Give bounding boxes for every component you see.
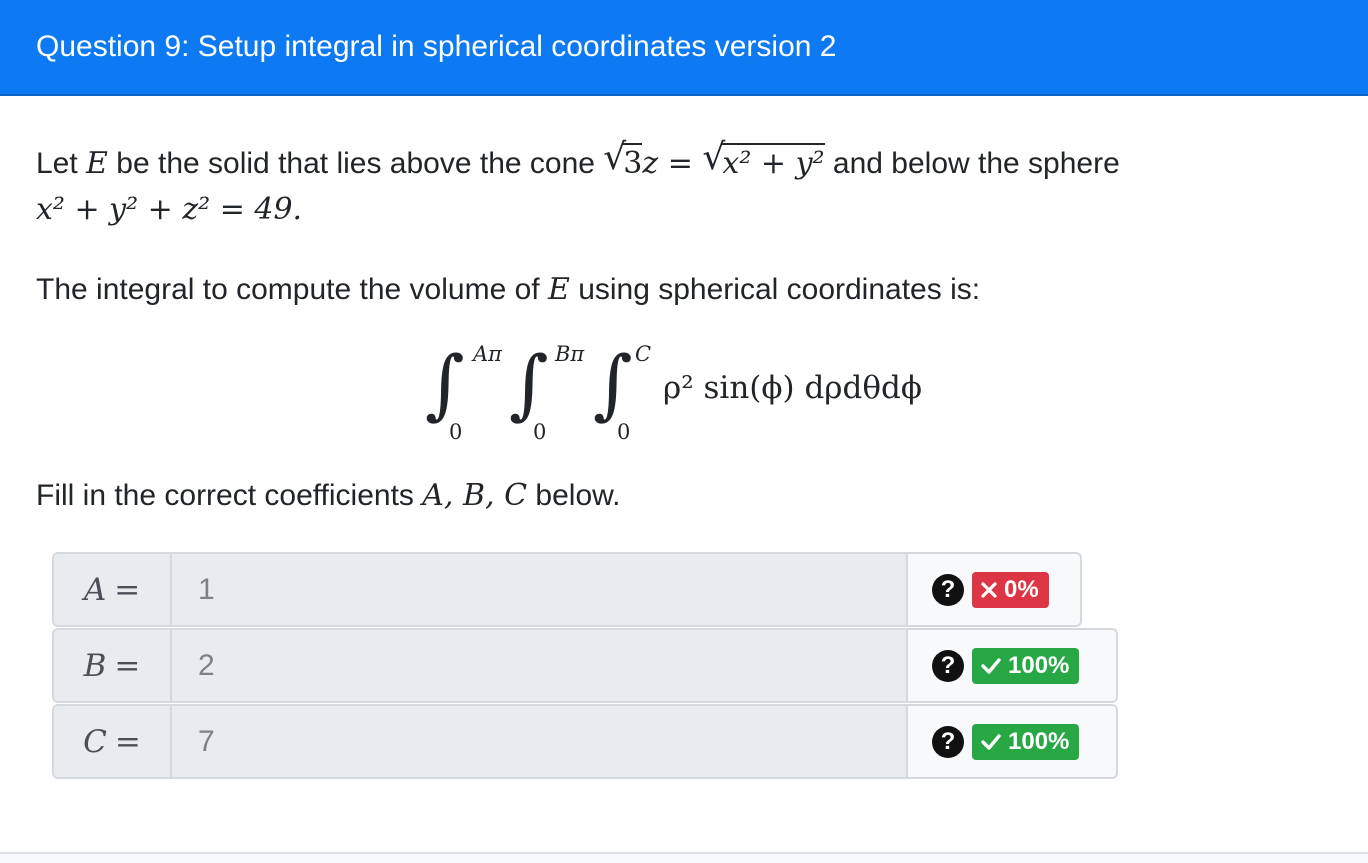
answer-input-a[interactable]: 1 bbox=[172, 554, 906, 625]
lower-limit-3: 0 bbox=[617, 420, 631, 444]
sphere-equation: x² + y² + z² = 49. bbox=[36, 192, 303, 227]
upper-limit-3: C bbox=[635, 342, 652, 366]
score-badge-a: 0% bbox=[972, 571, 1049, 608]
answer-feedback-b: ? 100% bbox=[906, 630, 1116, 701]
x-icon bbox=[981, 581, 997, 598]
answer-input-b[interactable]: 2 bbox=[172, 630, 906, 701]
problem-statement-line-1: Let E be the solid that lies above the c… bbox=[36, 137, 1120, 181]
answer-row-b: B = 2 ? 100% bbox=[52, 628, 1118, 703]
integral-sign-2: ∫ bbox=[509, 339, 549, 428]
answer-feedback-a: ? 0% bbox=[906, 554, 1080, 625]
footer bbox=[0, 854, 1368, 863]
lower-limit-2: 0 bbox=[533, 420, 547, 444]
integrand: ρ² sin(ϕ) dρdθdϕ bbox=[663, 370, 923, 406]
upper-limit-1: Aπ bbox=[473, 342, 502, 366]
answer-label-a: A = bbox=[54, 554, 172, 625]
answer-input-c[interactable]: 7 bbox=[172, 706, 906, 777]
integral-sign-3: ∫ bbox=[593, 339, 633, 428]
score-badge-c: 100% bbox=[972, 723, 1080, 760]
check-icon bbox=[981, 657, 1001, 674]
fill-instructions: Fill in the correct coefficients A, B, C… bbox=[36, 478, 621, 513]
question-circle-icon[interactable]: ? bbox=[932, 725, 964, 758]
upper-limit-2: Bπ bbox=[555, 342, 585, 366]
sqrt-x2-y2: √ x² + y² bbox=[702, 137, 825, 181]
answer-feedback-c: ? 100% bbox=[906, 706, 1116, 777]
lower-limit-1: 0 bbox=[449, 420, 463, 444]
question-circle-icon[interactable]: ? bbox=[932, 573, 964, 606]
answer-label-b: B = bbox=[54, 630, 172, 701]
question-circle-icon[interactable]: ? bbox=[932, 649, 964, 682]
check-icon bbox=[981, 733, 1001, 750]
question-header: Question 9: Setup integral in spherical … bbox=[0, 0, 1368, 96]
answer-label-c: C = bbox=[54, 706, 172, 777]
answer-row-c: C = 7 ? 100% bbox=[52, 704, 1118, 779]
score-badge-b: 100% bbox=[972, 647, 1080, 684]
integral-intro: The integral to compute the volume of E … bbox=[36, 272, 981, 307]
sqrt-3: √ 3 bbox=[603, 137, 643, 181]
question-title: Question 9: Setup integral in spherical … bbox=[36, 30, 837, 63]
answer-row-a: A = 1 ? 0% bbox=[52, 552, 1082, 627]
integral-sign-1: ∫ bbox=[425, 339, 465, 428]
triple-integral: ∫ Aπ 0 ∫ Bπ 0 ∫ C 0 ρ² sin(ϕ) dρdθdϕ bbox=[425, 336, 965, 446]
